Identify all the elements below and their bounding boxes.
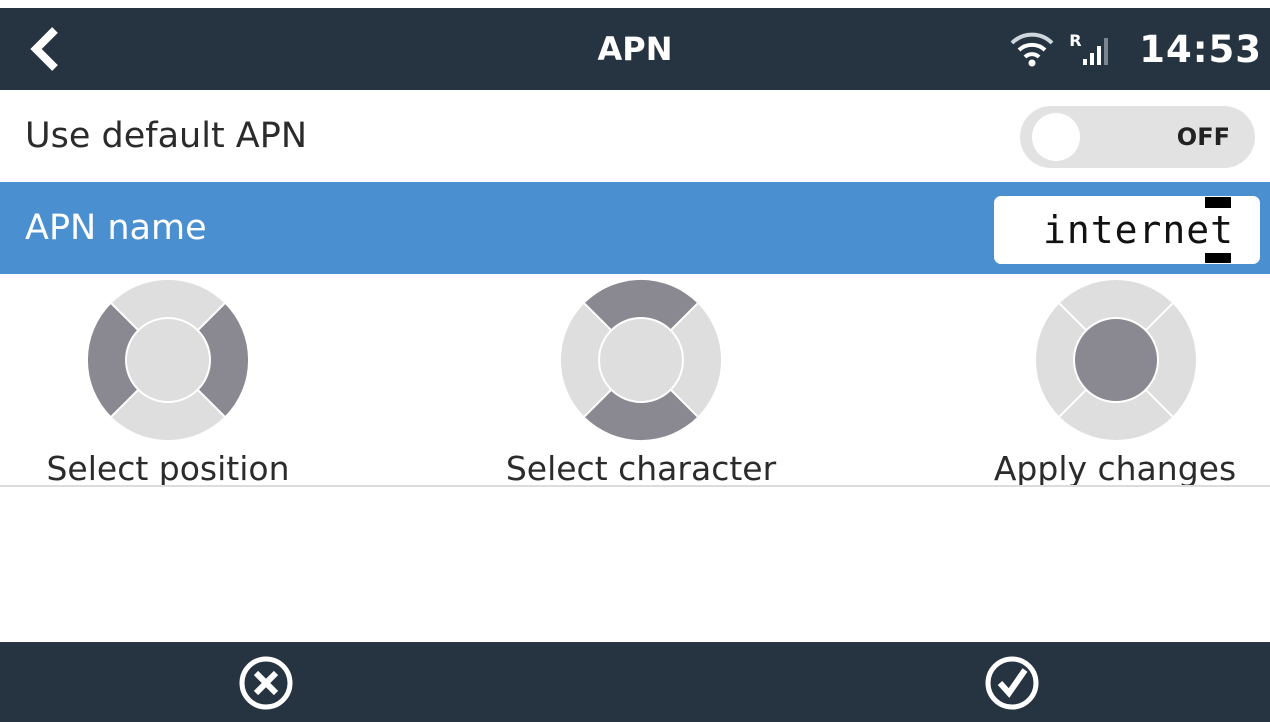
keypad-help: Select position Select character Apply c…: [0, 274, 1270, 488]
cancel-button[interactable]: [237, 654, 295, 712]
cellular-signal-icon: R: [1069, 29, 1125, 69]
help-label-apply-changes: Apply changes: [993, 449, 1237, 488]
divider: [0, 485, 1270, 487]
dpad-up-down-icon: [560, 279, 722, 441]
toggle-knob: [1032, 113, 1080, 161]
edit-cursor-top: [1205, 197, 1231, 208]
default-apn-toggle[interactable]: OFF: [1020, 106, 1255, 168]
confirm-button[interactable]: [983, 654, 1041, 712]
dpad-left-right-icon: [87, 279, 249, 441]
dpad-center-icon: [1036, 280, 1196, 440]
help-label-select-position: Select position: [46, 449, 290, 488]
wifi-icon: [1010, 32, 1054, 67]
help-label-select-character: Select character: [505, 449, 777, 488]
clock: 14:53: [1139, 27, 1262, 71]
apn-name-label: APN name: [25, 208, 207, 248]
footer-bar: [0, 642, 1270, 722]
default-apn-label: Use default APN: [25, 116, 308, 156]
status-area: R 14:53: [1009, 8, 1262, 90]
toggle-state-label: OFF: [1176, 123, 1230, 151]
header-bar: APN R 14:53: [0, 8, 1270, 90]
apn-settings-screen: APN R 14:53 Use default APN OFF APN name…: [0, 0, 1270, 722]
edit-cursor-bottom: [1205, 253, 1231, 263]
